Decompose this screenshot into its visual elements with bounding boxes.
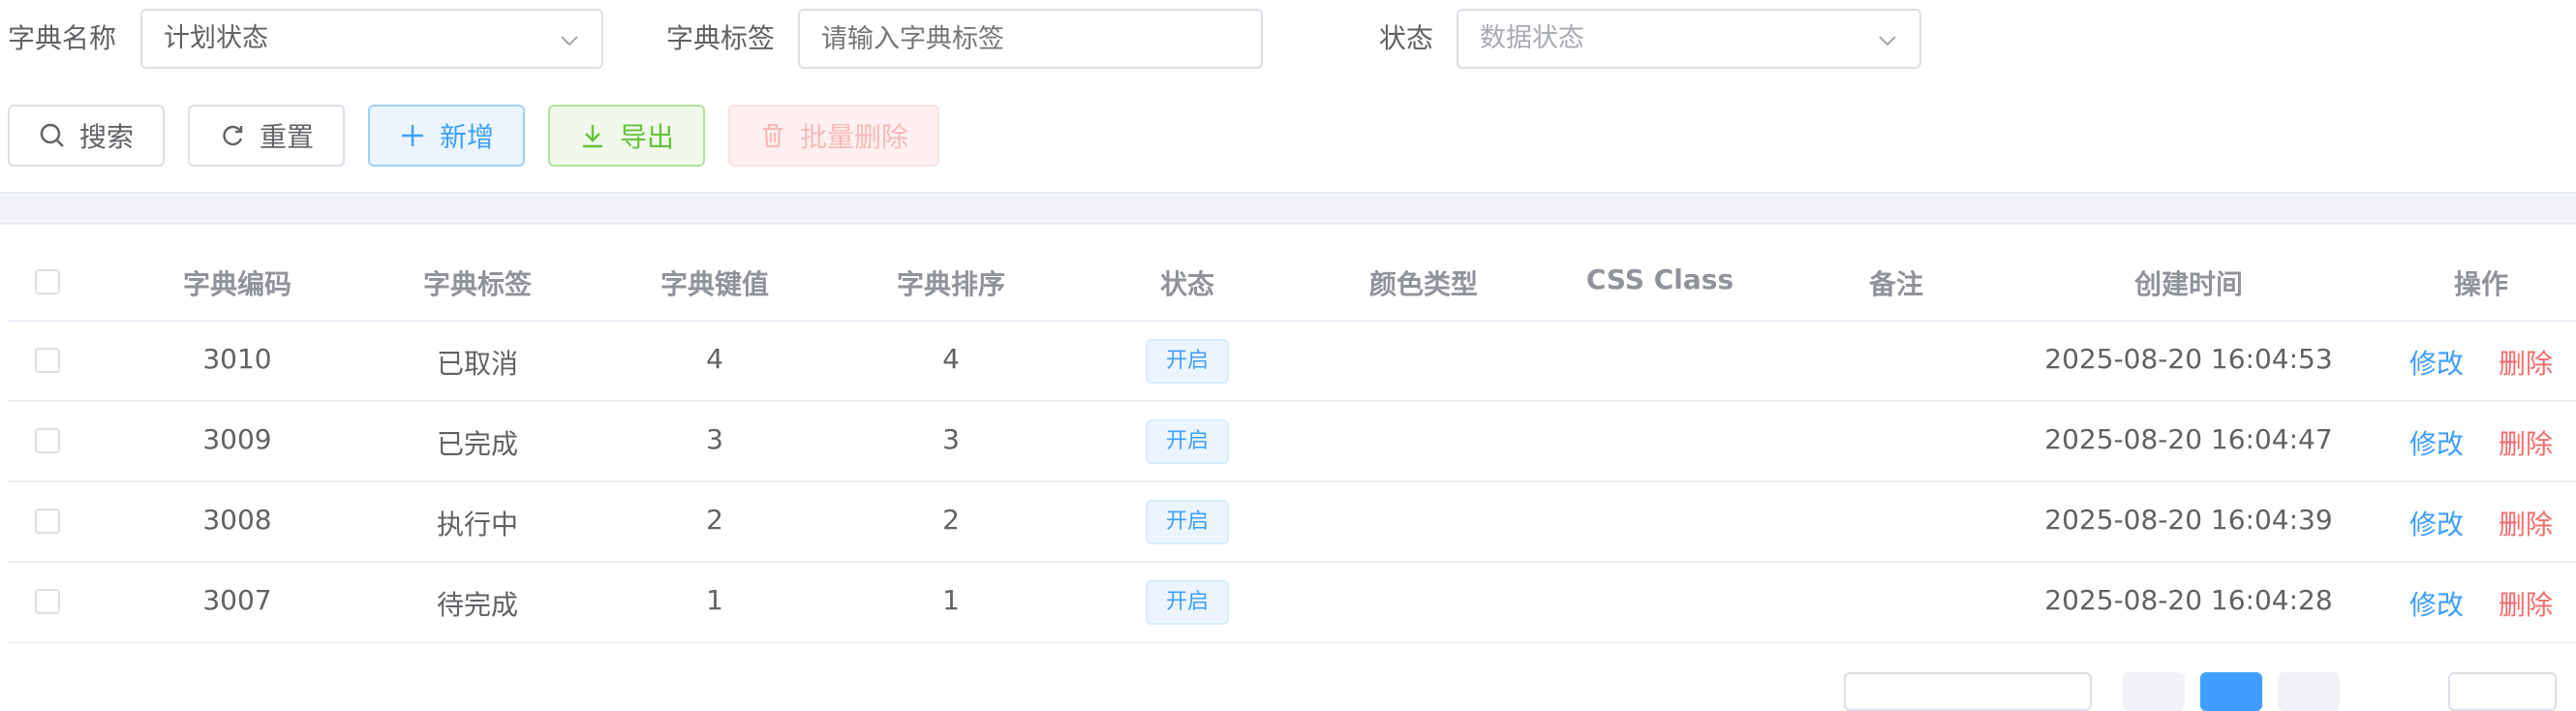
- cell-created-time: 2025-08-20 16:04:53: [2044, 343, 2333, 375]
- row-checkbox[interactable]: [35, 509, 60, 534]
- cell-code: 3008: [202, 504, 272, 536]
- add-button[interactable]: 新增: [368, 105, 525, 167]
- select-all-checkbox[interactable]: [35, 269, 60, 294]
- cell-value: 3: [706, 423, 723, 455]
- cell-sort: 3: [942, 423, 960, 455]
- dict-name-value: 计划状态: [164, 23, 268, 53]
- page-size-select[interactable]: [1844, 672, 2092, 711]
- cell-value: 2: [706, 504, 723, 536]
- row-divider: [8, 641, 2576, 643]
- cell-created-time: 2025-08-20 16:04:39: [2044, 504, 2333, 536]
- header-status: 状态: [1159, 268, 1215, 300]
- header-color-type: 颜色类型: [1368, 268, 1479, 300]
- delete-link[interactable]: 删除: [2499, 343, 2553, 382]
- cell-sort: 1: [942, 584, 960, 616]
- cell-code: 3009: [202, 423, 272, 455]
- dict-label-label: 字典标签: [666, 22, 776, 54]
- cell-label: 已取消: [436, 348, 519, 380]
- cell-label: 执行中: [436, 509, 519, 541]
- edit-link[interactable]: 修改: [2409, 584, 2464, 623]
- dict-name-label: 字典名称: [8, 22, 117, 54]
- header-created-time: 创建时间: [2133, 268, 2244, 300]
- edit-link[interactable]: 修改: [2409, 423, 2464, 462]
- jump-page-input[interactable]: [2448, 672, 2557, 711]
- row-divider: [8, 400, 2576, 402]
- batch-delete-button[interactable]: 批量删除: [728, 105, 939, 167]
- cell-label: 待完成: [436, 589, 519, 621]
- header-dict-value: 字典键值: [659, 268, 770, 300]
- header-dict-label: 字典标签: [422, 268, 533, 300]
- status-badge: 开启: [1146, 500, 1229, 544]
- add-button-label: 新增: [439, 121, 494, 153]
- status-select[interactable]: 数据状态: [1457, 9, 1921, 69]
- delete-link[interactable]: 删除: [2499, 423, 2553, 462]
- header-remark: 备注: [1868, 268, 1924, 300]
- header-css-class: CSS Class: [1585, 263, 1734, 295]
- plus-icon: [401, 125, 423, 146]
- edit-link[interactable]: 修改: [2409, 343, 2464, 382]
- header-dict-sort: 字典排序: [896, 268, 1006, 300]
- section-divider: [0, 192, 2576, 225]
- status-label: 状态: [1379, 22, 1434, 54]
- row-divider: [8, 561, 2576, 563]
- dict-label-input[interactable]: [798, 9, 1263, 69]
- cell-value: 1: [706, 584, 723, 616]
- download-icon: [582, 125, 602, 148]
- delete-link[interactable]: 删除: [2499, 584, 2553, 623]
- cell-label: 已完成: [436, 428, 519, 460]
- chevron-down-icon: [561, 36, 578, 46]
- next-page-button[interactable]: [2278, 672, 2340, 711]
- cell-code: 3010: [202, 343, 272, 375]
- status-badge: 开启: [1146, 339, 1229, 384]
- row-checkbox[interactable]: [35, 589, 60, 614]
- search-icon: [40, 123, 64, 147]
- export-button[interactable]: 导出: [548, 105, 705, 167]
- edit-link[interactable]: 修改: [2409, 504, 2464, 542]
- refresh-icon: [223, 125, 243, 146]
- row-checkbox[interactable]: [35, 428, 60, 453]
- status-badge: 开启: [1146, 419, 1229, 464]
- trash-icon: [762, 123, 782, 148]
- dict-name-select[interactable]: 计划状态: [140, 9, 603, 69]
- search-button[interactable]: 搜索: [8, 105, 165, 167]
- cell-value: 4: [706, 343, 723, 375]
- cell-created-time: 2025-08-20 16:04:47: [2044, 423, 2333, 455]
- header-actions: 操作: [2453, 268, 2509, 300]
- delete-link[interactable]: 删除: [2499, 504, 2553, 542]
- batch-delete-button-label: 批量删除: [799, 121, 908, 153]
- cell-sort: 4: [942, 343, 960, 375]
- prev-page-button[interactable]: [2123, 672, 2185, 711]
- page-current[interactable]: [2200, 672, 2262, 711]
- cell-created-time: 2025-08-20 16:04:28: [2044, 584, 2333, 616]
- reset-button-label: 重置: [259, 121, 314, 153]
- row-checkbox[interactable]: [35, 348, 60, 373]
- cell-sort: 2: [942, 504, 960, 536]
- row-divider: [8, 480, 2576, 482]
- cell-code: 3007: [202, 584, 272, 616]
- status-badge: 开启: [1146, 580, 1229, 625]
- search-button-label: 搜索: [78, 121, 134, 153]
- row-divider: [8, 320, 2576, 322]
- header-dict-code: 字典编码: [182, 268, 292, 300]
- chevron-down-icon: [1879, 36, 1896, 46]
- reset-button[interactable]: 重置: [188, 105, 345, 167]
- export-button-label: 导出: [619, 121, 674, 153]
- status-placeholder: 数据状态: [1480, 23, 1584, 53]
